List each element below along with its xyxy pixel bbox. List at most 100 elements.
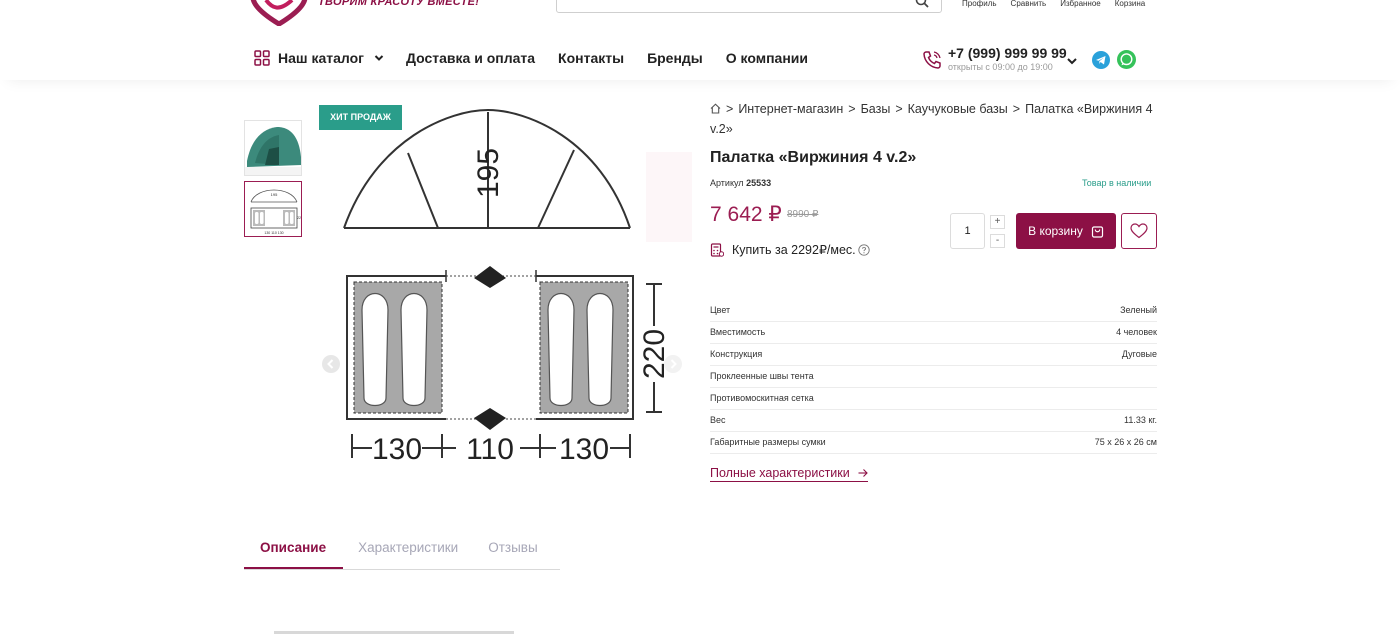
heart-icon (1130, 223, 1148, 239)
spec-value: 4 человек (1116, 327, 1157, 337)
phone-number[interactable]: +7 (999) 999 99 99 (948, 45, 1067, 61)
telegram-icon[interactable] (1092, 51, 1110, 69)
thumb-height-label: 195 (271, 192, 278, 197)
tab-description[interactable]: Описание (244, 532, 344, 569)
spec-row: Проклеенные швы тента (710, 366, 1157, 388)
work-hours: открыты с 09:00 до 19:00 (948, 62, 1053, 72)
site-header: ТВОРИМ КРАСОТУ ВМЕСТЕ! Профиль Сравнить … (0, 0, 1400, 80)
installment-info[interactable]: Купить за 2292₽/мес. (710, 242, 870, 257)
product-tabs: Описание Характеристики Отзывы (244, 532, 560, 570)
tent-photo (245, 121, 301, 175)
cart-button-label: В корзину (1028, 224, 1083, 238)
spec-name: Вес (710, 415, 726, 425)
compare-link[interactable]: Сравнить (1011, 0, 1047, 8)
breadcrumb-shop[interactable]: Интернет-магазин (738, 102, 843, 116)
user-links: Профиль Сравнить Избранное Корзина (962, 0, 1145, 8)
whatsapp-icon[interactable] (1117, 50, 1136, 69)
catalog-label: Наш каталог (278, 50, 364, 66)
sku-value: 25533 (746, 178, 772, 188)
spec-name: Цвет (710, 305, 731, 315)
search-icon[interactable] (915, 0, 929, 8)
cart-link[interactable]: Корзина (1115, 0, 1145, 8)
chevron-right-icon (670, 359, 677, 369)
bestseller-badge: ХИТ ПРОДАЖ (319, 105, 402, 130)
left-dimension: 130 (372, 433, 422, 466)
product-price: 7 642 ₽ (710, 203, 782, 226)
gallery-thumbnail-scheme[interactable]: 195 220 130 110 130 (244, 181, 302, 237)
spec-row: Габаритные размеры сумки 75 х 26 х 26 см (710, 432, 1157, 454)
breadcrumb-bases[interactable]: Базы (861, 102, 891, 116)
add-to-favorites-button[interactable] (1121, 213, 1157, 249)
breadcrumb-separator: > (895, 102, 903, 116)
thumb-width-label: 220 (297, 216, 302, 220)
spec-name: Конструкция (710, 349, 763, 359)
gallery-prev-button[interactable] (322, 355, 340, 373)
quantity-input[interactable]: 1 (950, 213, 985, 249)
quantity-decrease-button[interactable]: - (990, 234, 1005, 248)
nav-brands[interactable]: Бренды (647, 50, 703, 66)
phone-icon (923, 51, 941, 69)
breadcrumb-rubber-bases[interactable]: Каучуковые базы (908, 102, 1008, 116)
spec-row: Вместимость 4 человек (710, 322, 1157, 344)
spec-value: Дуговые (1121, 349, 1157, 359)
chevron-down-icon[interactable] (1066, 56, 1078, 66)
logo-heart-icon[interactable] (246, 0, 312, 26)
description-text-cutoff (274, 631, 514, 634)
gallery-thumbnail-photo[interactable] (244, 120, 302, 176)
thumb-bottom-label: 130 110 130 (264, 231, 283, 235)
home-icon[interactable] (710, 103, 721, 114)
product-title: Палатка «Виржиния 4 v.2» (710, 149, 917, 166)
spec-value: 11.33 кг. (1124, 415, 1157, 425)
tab-reviews[interactable]: Отзывы (473, 532, 552, 569)
bag-icon (1091, 225, 1103, 238)
search-input[interactable] (556, 0, 942, 13)
spec-value: Зеленый (1120, 305, 1157, 315)
question-icon[interactable] (858, 243, 870, 256)
height-dimension: 195 (472, 148, 505, 198)
spec-row: Вес 11.33 кг. (710, 410, 1157, 432)
breadcrumb: > Интернет-магазин > Базы > Каучуковые базы > П… (710, 99, 1160, 139)
stock-status: Товар в наличии (1082, 178, 1152, 188)
old-price: 8990 ₽ (787, 209, 819, 220)
catalog-menu-button[interactable]: Наш каталог (254, 50, 384, 66)
add-to-cart-button[interactable]: В корзину (1016, 213, 1116, 249)
spec-name: Противомоскитная сетка (710, 393, 814, 403)
profile-link[interactable]: Профиль (962, 0, 997, 8)
breadcrumb-separator: > (726, 102, 734, 116)
spec-name: Вместимость (710, 327, 766, 337)
favorites-link[interactable]: Избранное (1060, 0, 1101, 8)
breadcrumb-separator: > (1012, 102, 1021, 116)
spec-name: Проклеенные швы тента (710, 371, 814, 381)
spec-row: Цвет Зеленый (710, 300, 1157, 322)
chevron-down-icon (374, 55, 384, 61)
quantity-increase-button[interactable]: + (990, 215, 1005, 229)
next-image-preview (646, 152, 692, 242)
breadcrumb-separator: > (848, 102, 856, 116)
calculator-icon (710, 242, 724, 257)
spec-value: 75 х 26 х 26 см (1094, 437, 1157, 447)
full-specs-link[interactable]: Полные характеристики (710, 466, 868, 482)
nav-delivery[interactable]: Доставка и оплата (406, 50, 535, 66)
middle-dimension: 110 (466, 433, 514, 466)
right-dimension: 130 (559, 433, 609, 466)
full-specs-label: Полные характеристики (710, 466, 850, 480)
tab-specs[interactable]: Характеристики (343, 532, 473, 569)
grid-icon (254, 50, 270, 66)
spec-row: Противомоскитная сетка (710, 388, 1157, 410)
chevron-left-icon (327, 359, 334, 369)
nav-contacts[interactable]: Контакты (558, 50, 624, 66)
sku-label: Артикул (710, 178, 744, 188)
spec-name: Габаритные размеры сумки (710, 437, 826, 447)
product-sku: Артикул 25533 (710, 178, 771, 188)
tent-scheme-thumb: 195 220 130 110 130 (250, 189, 302, 235)
logo-slogan: ТВОРИМ КРАСОТУ ВМЕСТЕ! (318, 0, 480, 8)
main-nav: Наш каталог Доставка и оплата Контакты Б… (254, 50, 831, 66)
spec-row: Конструкция Дуговые (710, 344, 1157, 366)
phone-block: +7 (999) 999 99 99 открыты с 09:00 до 19… (922, 45, 1067, 72)
specs-table: Цвет Зеленый Вместимость 4 человек Конст… (710, 300, 1157, 454)
installment-text: Купить за 2292₽/мес. (732, 243, 856, 257)
nav-about[interactable]: О компании (726, 50, 808, 66)
gallery-next-button[interactable] (664, 355, 682, 373)
arrow-right-icon (858, 469, 868, 477)
product-main-image[interactable]: 195 220 130 110 130 (314, 98, 692, 478)
